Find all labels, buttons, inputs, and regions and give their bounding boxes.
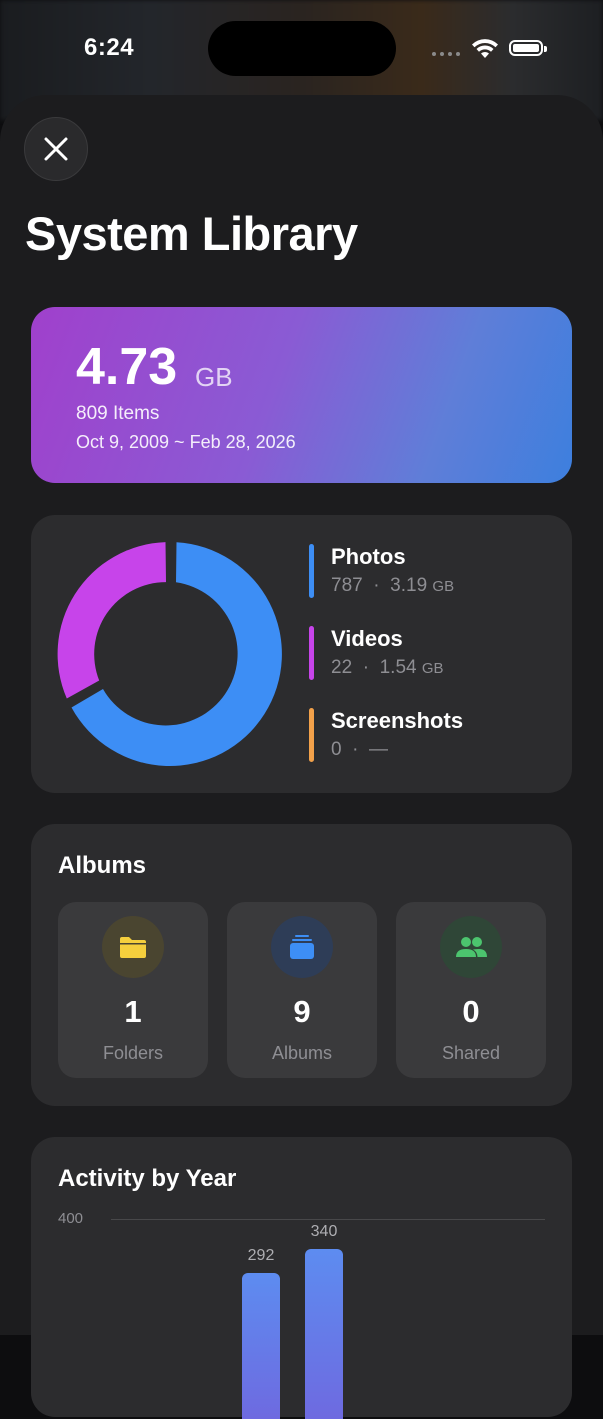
folders-count: 1 [124, 994, 142, 1029]
legend-color-bar [309, 544, 314, 598]
media-breakdown-card: Photos 787 · 3.19 GB Videos 22 · 1.54 GB… [31, 515, 572, 793]
wifi-icon [472, 39, 498, 58]
activity-bar-value: 292 [247, 1247, 275, 1264]
storage-summary-card: 4.73 GB 809 Items Oct 9, 2009 ~ Feb 28, … [31, 307, 572, 483]
folders-label: Folders [102, 1043, 164, 1063]
albums-count: 9 [293, 994, 311, 1029]
media-donut-chart [57, 542, 282, 767]
legend-name: Screenshots [331, 708, 464, 733]
battery-icon [509, 40, 547, 56]
storage-size-value: 4.73 [76, 338, 178, 396]
library-sheet: System Library 4.73 GB 809 Items Oct 9, … [0, 95, 603, 1419]
shared-count: 0 [462, 994, 480, 1029]
people-icon [440, 916, 502, 978]
activity-bar-value: 340 [310, 1223, 338, 1240]
page-title: System Library [25, 207, 358, 260]
close-button[interactable] [24, 117, 88, 181]
status-time: 6:24 [84, 34, 135, 61]
shared-tile[interactable]: 0 Shared [396, 902, 546, 1078]
albums-label: Albums [271, 1043, 333, 1063]
legend-name: Photos [331, 544, 406, 569]
albums-card: Albums 1 Folders 9 Albums 0 Shared [31, 824, 572, 1106]
shared-label: Shared [441, 1043, 501, 1063]
legend-name: Videos [331, 626, 403, 651]
cellular-signal-icon [432, 52, 460, 56]
albums-title: Albums [58, 852, 147, 879]
album-stack-icon [271, 916, 333, 978]
activity-title: Activity by Year [58, 1165, 237, 1192]
folder-icon [102, 916, 164, 978]
date-range: Oct 9, 2009 ~ Feb 28, 2026 [76, 432, 296, 452]
activity-card: Activity by Year 400 292 340 [31, 1137, 572, 1419]
albums-tile[interactable]: 9 Albums [227, 902, 377, 1078]
folders-tile[interactable]: 1 Folders [58, 902, 208, 1078]
close-icon [44, 137, 68, 161]
legend-stats: 22 · 1.54 GB [331, 657, 444, 678]
legend-stats: 787 · 3.19 GB [331, 575, 455, 596]
legend-color-bar [309, 626, 314, 680]
grid-line [111, 1219, 545, 1220]
legend-color-bar [309, 708, 314, 762]
activity-bar [305, 1249, 343, 1419]
y-axis-tick-label: 400 [58, 1210, 84, 1227]
dynamic-island [208, 21, 396, 76]
item-count: 809 Items [76, 403, 160, 424]
activity-bar [242, 1273, 280, 1419]
status-bar: 6:24 [0, 0, 603, 96]
legend-stats: 0 · — [331, 739, 389, 760]
donut-segment-videos [57, 542, 166, 699]
storage-size-unit: GB [195, 362, 233, 392]
